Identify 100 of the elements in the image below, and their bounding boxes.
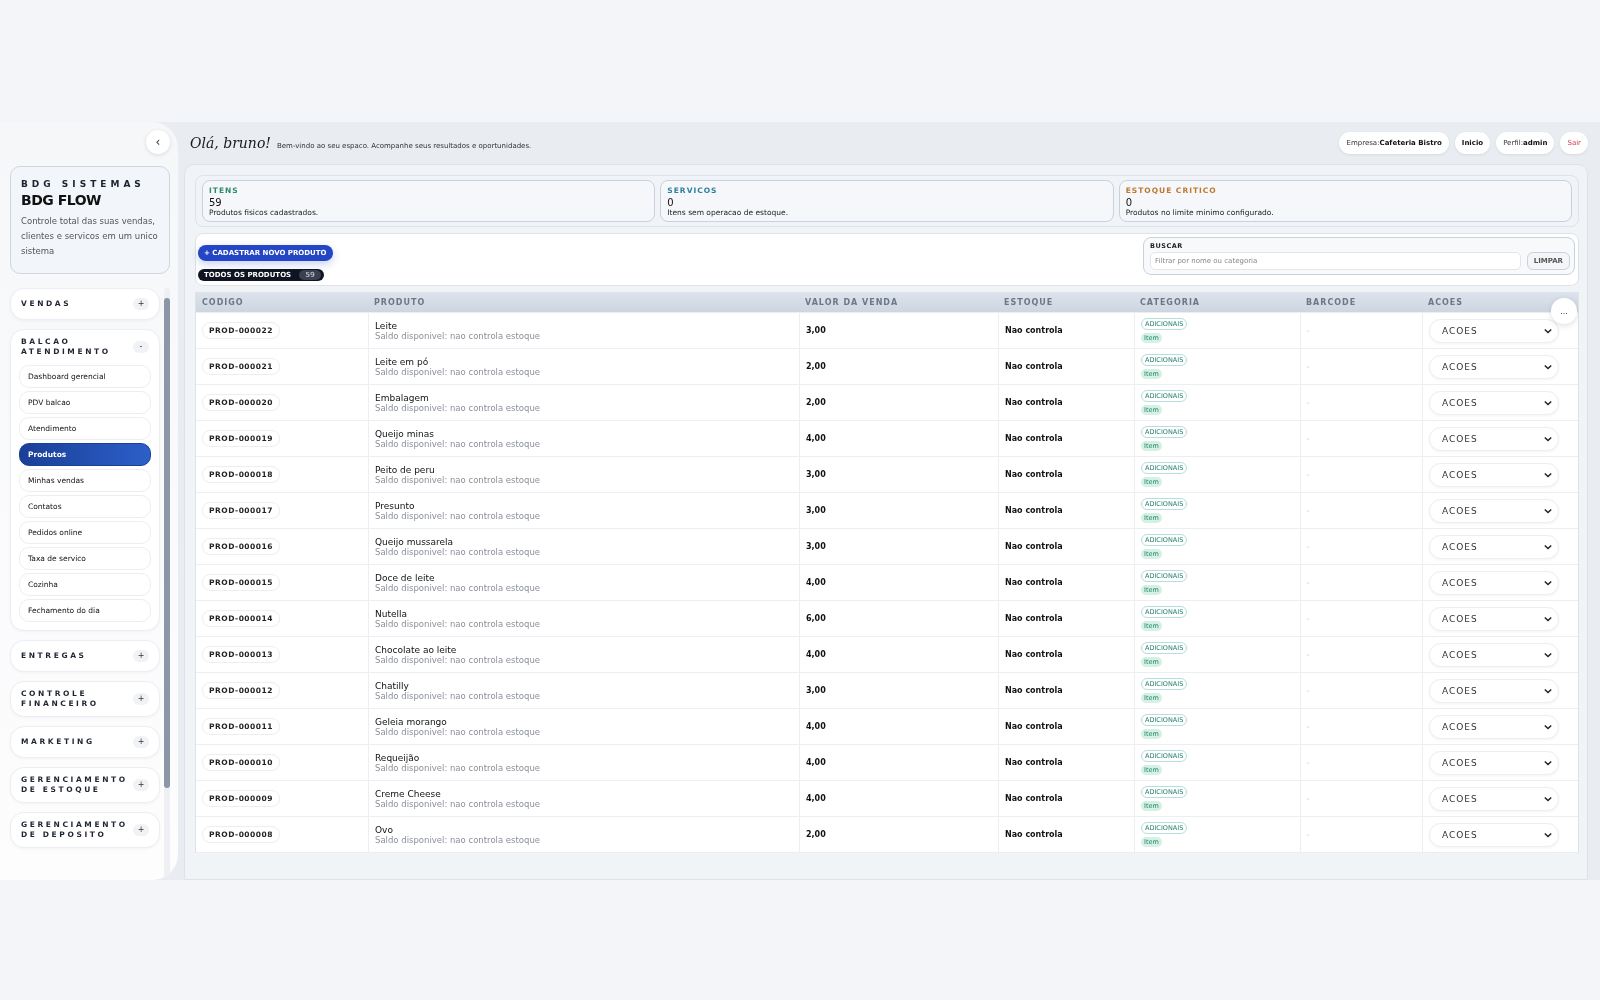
actions-dropdown[interactable]: ACOES <box>1429 318 1559 343</box>
chevron-down-icon <box>1544 579 1552 586</box>
brand-description: Controle total das suas vendas, clientes e servicos em um unico sistema <box>21 215 159 258</box>
chevron-down-icon <box>1544 471 1552 478</box>
stock-note: Saldo disponivel: nao controla estoque <box>375 726 541 737</box>
actions-dropdown[interactable]: ACOES <box>1429 642 1559 667</box>
price: 4,00 <box>806 758 826 767</box>
price: 3,00 <box>806 470 826 479</box>
actions-dropdown[interactable]: ACOES <box>1429 714 1559 739</box>
price: 3,00 <box>806 686 826 695</box>
product-name: Queijo minas <box>375 428 434 439</box>
actions-dropdown[interactable]: ACOES <box>1429 354 1559 379</box>
stock-status: Nao controla <box>1005 650 1063 659</box>
stock-status: Nao controla <box>1005 434 1063 443</box>
actions-dropdown[interactable]: ACOES <box>1429 822 1559 847</box>
actions-dropdown[interactable]: ACOES <box>1429 678 1559 703</box>
stock-status: Nao controla <box>1005 506 1063 515</box>
stock-note: Saldo disponivel: nao controla estoque <box>375 438 541 449</box>
actions-dropdown[interactable]: ACOES <box>1429 426 1559 451</box>
actions-dropdown[interactable]: ACOES <box>1429 390 1559 415</box>
column-header: ACOES <box>1428 298 1464 307</box>
stock-status: Nao controla <box>1005 794 1063 803</box>
actions-dropdown[interactable]: ACOES <box>1429 534 1559 559</box>
stock-note: Saldo disponivel: nao controla estoque <box>375 546 541 557</box>
chevron-down-icon <box>1544 831 1552 838</box>
stock-status: Nao controla <box>1005 830 1063 839</box>
stock-status: Nao controla <box>1005 578 1063 587</box>
price: 3,00 <box>806 506 826 515</box>
product-name: Ovo <box>375 824 393 835</box>
actions-dropdown[interactable]: ACOES <box>1429 462 1559 487</box>
column-header: ESTOQUE <box>1004 298 1054 307</box>
stock-note: Saldo disponivel: nao controla estoque <box>375 402 541 413</box>
product-name: Embalagem <box>375 392 429 403</box>
group-toggle[interactable]: + <box>133 779 149 791</box>
stock-status: Nao controla <box>1005 614 1063 623</box>
column-header: CATEGORIA <box>1140 298 1201 307</box>
actions-dropdown[interactable]: ACOES <box>1429 786 1559 811</box>
product-name: Doce de leite <box>375 572 435 583</box>
price: 2,00 <box>806 398 826 407</box>
product-name: Leite <box>375 320 397 331</box>
product-name: Chatilly <box>375 680 409 691</box>
price: 2,00 <box>806 362 826 371</box>
stock-status: Nao controla <box>1005 326 1063 335</box>
chevron-down-icon <box>1544 507 1552 514</box>
product-name: Peito de peru <box>375 464 435 475</box>
actions-dropdown[interactable]: ACOES <box>1429 570 1559 595</box>
price: 2,00 <box>806 830 826 839</box>
actions-dropdown[interactable]: ACOES <box>1429 606 1559 631</box>
stock-note: Saldo disponivel: nao controla estoque <box>375 474 541 485</box>
group-toggle[interactable]: + <box>133 824 149 836</box>
brand-eyebrow: BDG SISTEMAS <box>21 179 146 189</box>
group-toggle[interactable]: + <box>133 693 149 705</box>
chevron-down-icon <box>1544 795 1552 802</box>
column-header: PRODUTO <box>374 298 426 307</box>
price: 4,00 <box>806 650 826 659</box>
stock-note: Saldo disponivel: nao controla estoque <box>375 834 541 845</box>
group-toggle[interactable]: - <box>133 341 149 353</box>
greeting: Olá, bruno! <box>190 135 271 151</box>
stat-value: 0 <box>667 197 675 208</box>
stock-note: Saldo disponivel: nao controla estoque <box>375 762 541 773</box>
price: 4,00 <box>806 794 826 803</box>
stock-status: Nao controla <box>1005 362 1063 371</box>
chevron-down-icon <box>1544 759 1552 766</box>
stat-value: 59 <box>209 197 223 208</box>
column-header: BARCODE <box>1306 298 1357 307</box>
stock-note: Saldo disponivel: nao controla estoque <box>375 618 541 629</box>
actions-dropdown[interactable]: ACOES <box>1429 750 1559 775</box>
brand-title: BDG FLOW <box>21 192 102 208</box>
product-name: Nutella <box>375 608 408 619</box>
price: 3,00 <box>806 542 826 551</box>
stock-note: Saldo disponivel: nao controla estoque <box>375 510 541 521</box>
collapse-button[interactable]: ‹ <box>146 130 170 154</box>
product-name: Queijo mussarela <box>375 536 454 547</box>
price: 4,00 <box>806 722 826 731</box>
stat-value: 0 <box>1125 197 1134 208</box>
stock-note: Saldo disponivel: nao controla estoque <box>375 330 541 341</box>
group-toggle[interactable]: + <box>133 736 149 748</box>
column-header: VALOR DA VENDA <box>805 298 899 307</box>
chevron-down-icon <box>1544 399 1552 406</box>
price: 6,00 <box>806 614 826 623</box>
price: 4,00 <box>806 434 826 443</box>
stock-note: Saldo disponivel: nao controla estoque <box>375 654 541 665</box>
product-name: Creme Cheese <box>375 788 441 799</box>
stock-status: Nao controla <box>1005 686 1063 695</box>
stock-note: Saldo disponivel: nao controla estoque <box>375 690 541 701</box>
price: 4,00 <box>806 578 826 587</box>
price: 3,00 <box>806 326 826 335</box>
group-toggle[interactable]: + <box>133 650 149 662</box>
stock-status: Nao controla <box>1005 542 1063 551</box>
stock-note: Saldo disponivel: nao controla estoque <box>375 582 541 593</box>
stock-status: Nao controla <box>1005 398 1063 407</box>
product-name: Chocolate ao leite <box>375 644 457 655</box>
chevron-down-icon <box>1544 543 1552 550</box>
product-name: Leite em pó <box>375 356 429 367</box>
chevron-down-icon <box>1544 327 1552 334</box>
product-name: Geleia morango <box>375 716 447 727</box>
actions-dropdown[interactable]: ACOES <box>1429 498 1559 523</box>
group-toggle[interactable]: + <box>133 298 149 310</box>
stock-status: Nao controla <box>1005 722 1063 731</box>
stock-status: Nao controla <box>1005 758 1063 767</box>
